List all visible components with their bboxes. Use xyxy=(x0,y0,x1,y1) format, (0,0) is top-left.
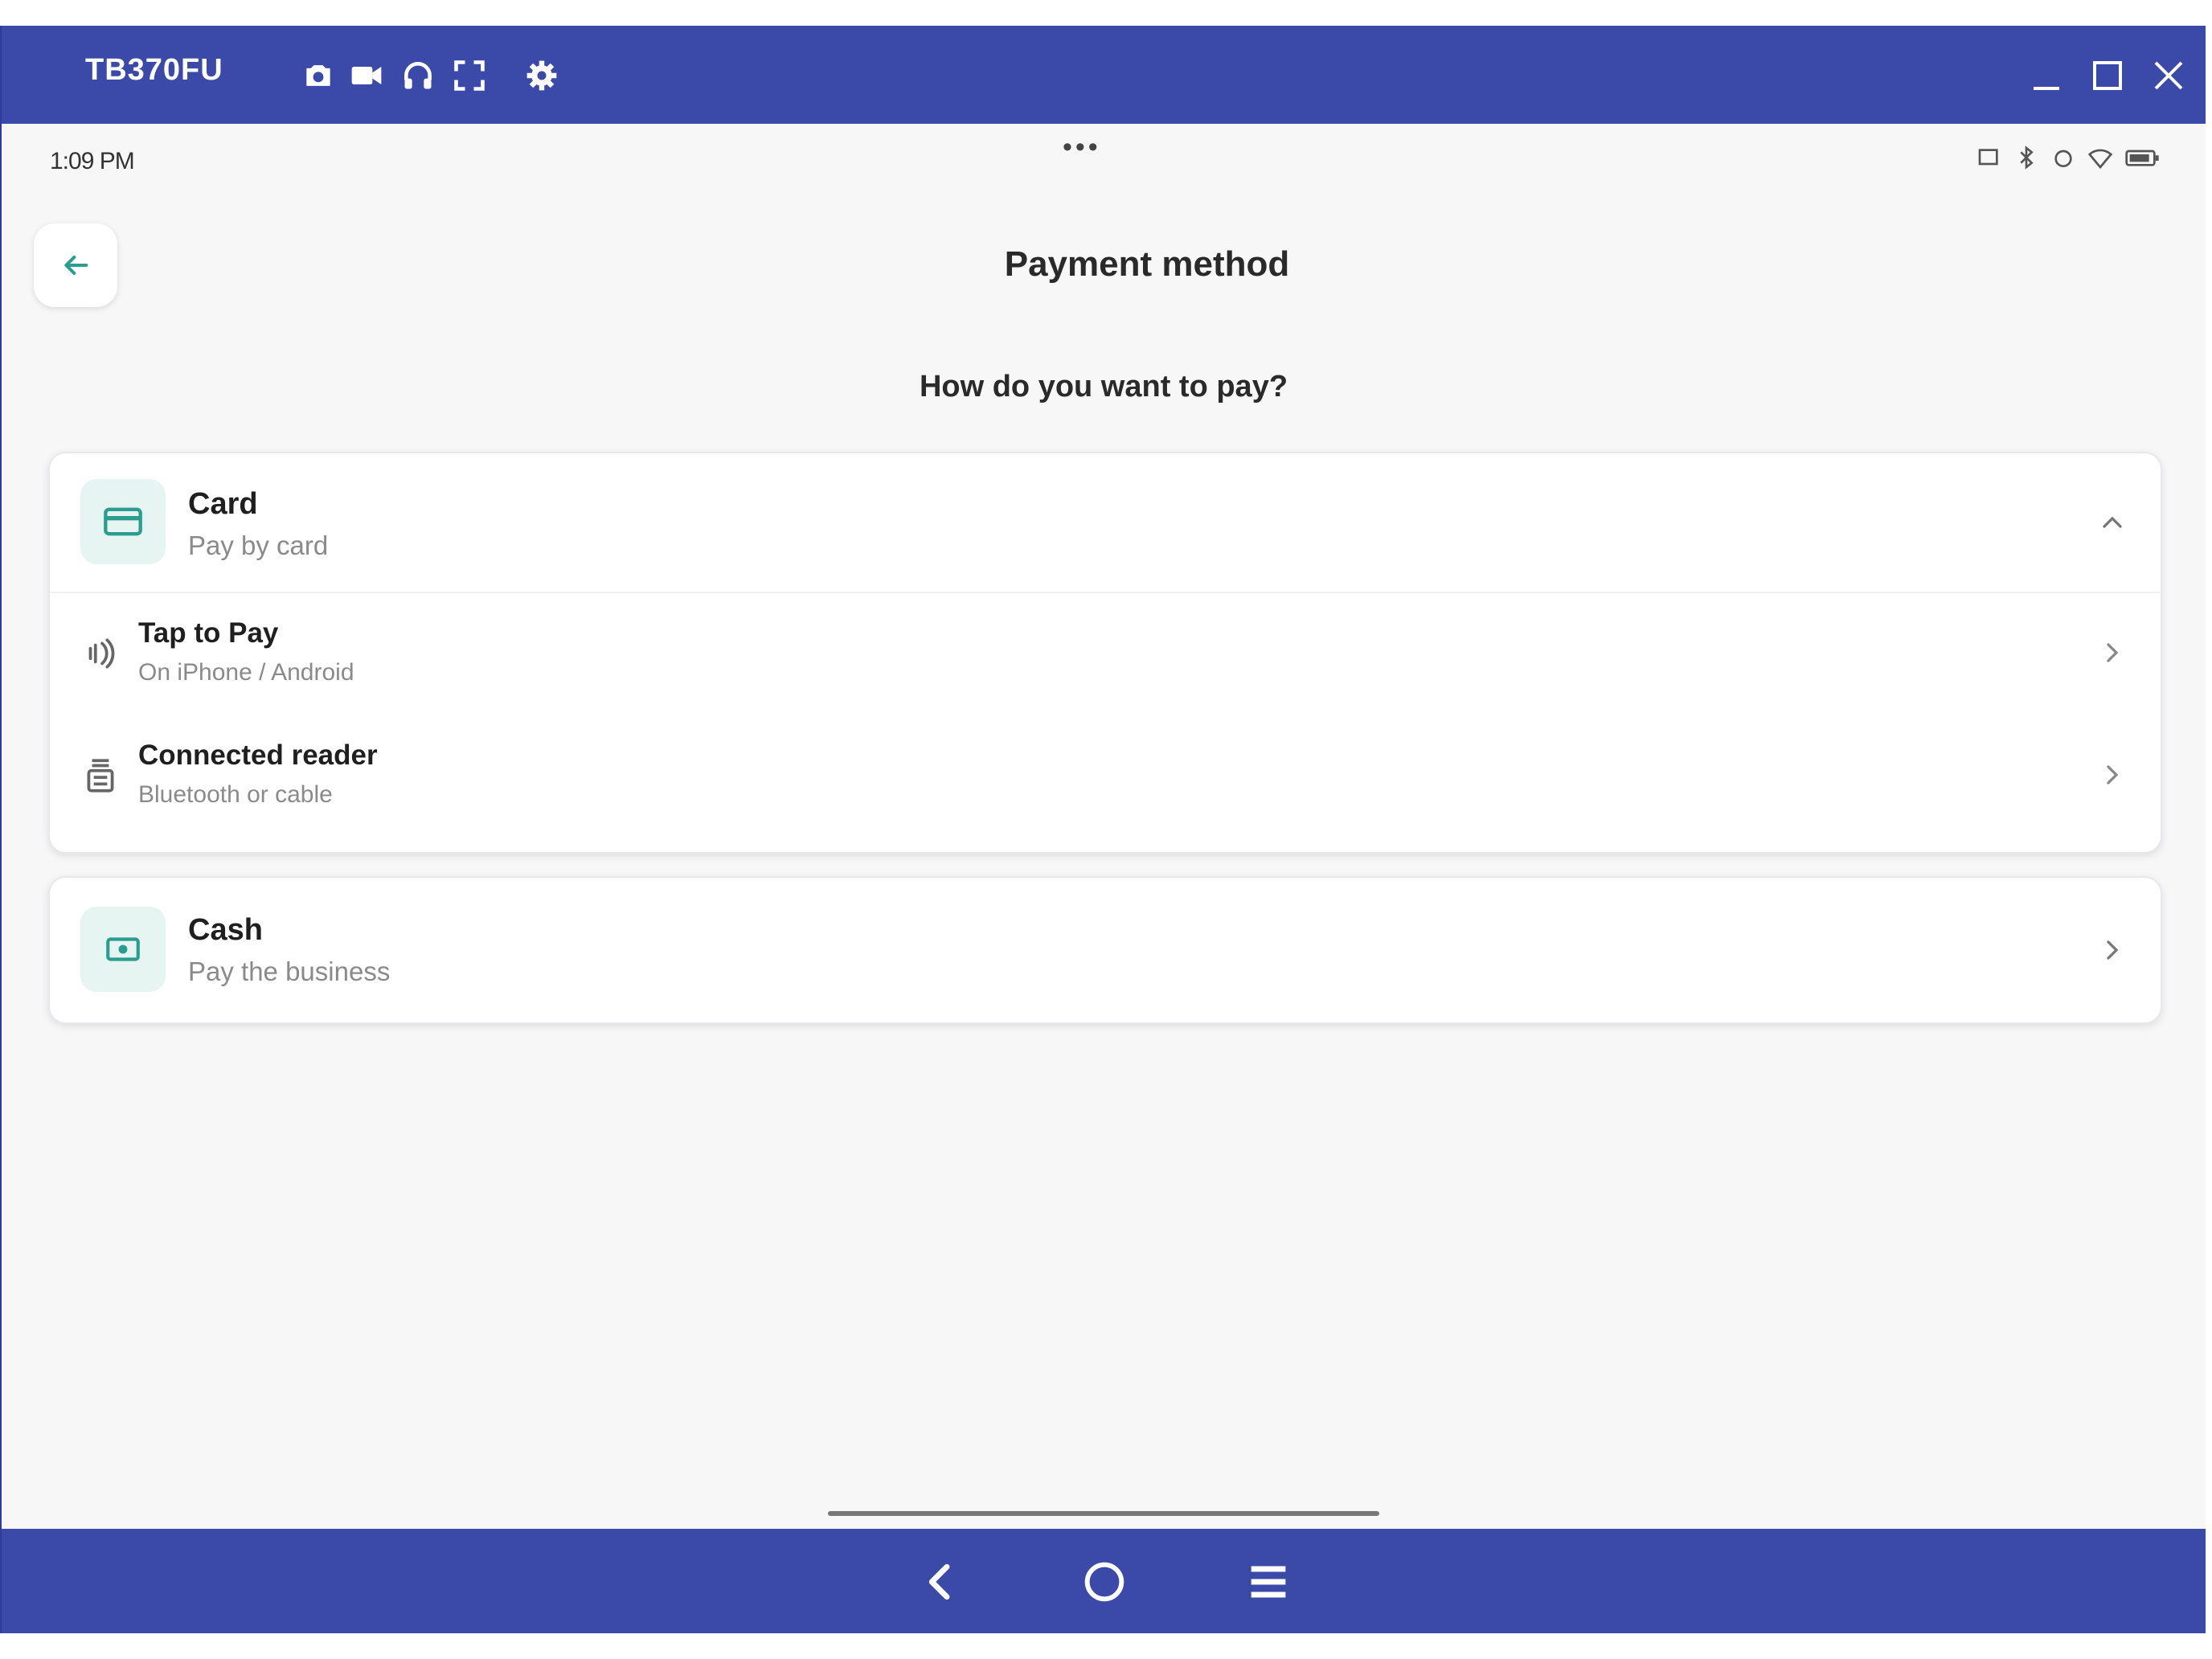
payment-question: How do you want to pay? xyxy=(919,370,1288,403)
credit-card-icon xyxy=(104,507,142,536)
device-name: TB370FU xyxy=(85,53,223,87)
close-icon[interactable] xyxy=(2149,56,2188,95)
card-icon-box xyxy=(80,479,166,564)
alarm-icon xyxy=(2054,150,2072,167)
minimize-icon[interactable] xyxy=(2027,56,2066,95)
emulator-window: TB370FU 1:09 PM ••• Payment method How d… xyxy=(0,26,2206,1633)
connected-reader-title: Connected reader xyxy=(138,739,378,771)
bluetooth-icon xyxy=(2020,145,2034,170)
tap-to-pay-subtitle: On iPhone / Android xyxy=(138,659,354,686)
camera-icon[interactable] xyxy=(301,58,336,93)
connected-reader-subtitle: Bluetooth or cable xyxy=(138,781,333,808)
maximize-icon[interactable] xyxy=(2088,56,2127,95)
tap-to-pay-option[interactable]: Tap to Pay On iPhone / Android xyxy=(50,593,2161,714)
cash-icon xyxy=(106,937,140,961)
emulator-title-bar: TB370FU xyxy=(2,26,2206,124)
wifi-icon xyxy=(2087,149,2112,170)
emulator-nav-bar xyxy=(2,1529,2206,1633)
chevron-up-icon[interactable] xyxy=(2096,506,2128,539)
cash-icon-box xyxy=(80,907,166,992)
chevron-right-icon xyxy=(2096,759,2128,791)
card-method-subtitle: Pay by card xyxy=(188,530,329,560)
cash-method-option[interactable]: Cash Pay the business xyxy=(48,876,2162,1024)
status-time: 1:09 PM xyxy=(50,148,135,174)
chevron-right-icon xyxy=(2096,637,2128,669)
card-method-panel: Card Pay by card Tap to Pay On iPhone / … xyxy=(48,452,2162,854)
page-title: Payment method xyxy=(1004,244,1290,284)
contactless-icon xyxy=(80,633,121,674)
background-strip xyxy=(0,1633,2212,1659)
headphones-icon[interactable] xyxy=(400,58,436,93)
battery-icon xyxy=(2125,150,2159,166)
fullscreen-icon[interactable] xyxy=(452,58,487,93)
gear-icon[interactable] xyxy=(524,58,559,93)
gesture-home-indicator[interactable] xyxy=(828,1511,1379,1516)
card-method-header[interactable]: Card Pay by card xyxy=(50,453,2161,592)
status-icons xyxy=(1976,145,2161,170)
cash-method-subtitle: Pay the business xyxy=(188,956,391,986)
home-icon[interactable] xyxy=(1079,1556,1130,1608)
card-reader-icon xyxy=(80,756,121,796)
menu-icon[interactable] xyxy=(1243,1556,1294,1608)
tap-to-pay-title: Tap to Pay xyxy=(138,617,279,649)
android-status-bar: 1:09 PM ••• xyxy=(2,124,2206,182)
cast-icon xyxy=(1978,149,1998,166)
connected-reader-option[interactable]: Connected reader Bluetooth or cable xyxy=(50,715,2161,836)
video-icon[interactable] xyxy=(349,58,384,93)
chevron-right-icon xyxy=(2096,934,2128,966)
back-icon[interactable] xyxy=(915,1556,966,1608)
status-center-dots[interactable]: ••• xyxy=(1063,132,1101,163)
card-method-title: Card xyxy=(188,487,258,521)
cash-method-title: Cash xyxy=(188,913,263,947)
